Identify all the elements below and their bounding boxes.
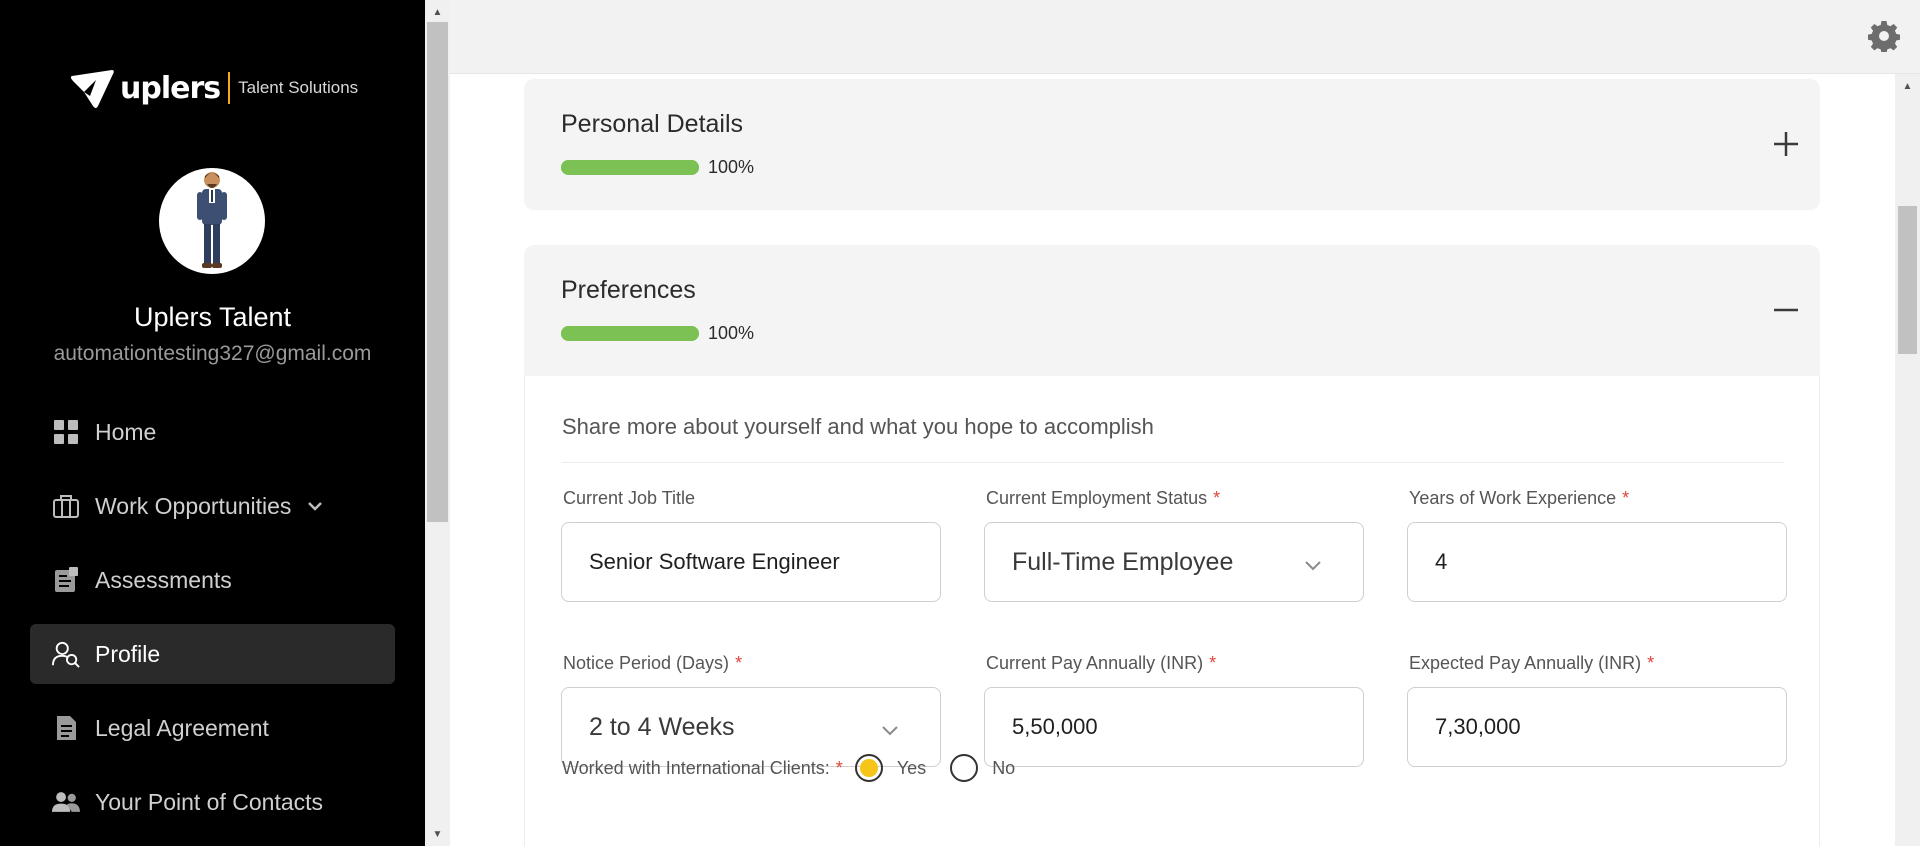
scroll-up-arrow-icon[interactable]: ▲ — [1895, 76, 1920, 96]
sidebar-item-profile[interactable]: Profile — [30, 624, 395, 684]
profile-search-icon — [52, 640, 80, 668]
sidebar-item-label: Assessments — [95, 566, 232, 593]
notice-period-value: 2 to 4 Weeks — [589, 712, 735, 741]
radio-yes[interactable] — [854, 754, 883, 782]
divider — [562, 462, 1784, 463]
progress-fill — [561, 160, 699, 175]
minus-icon[interactable] — [1771, 295, 1801, 325]
required-marker: * — [1209, 653, 1217, 673]
preferences-intro: Share more about yourself and what you h… — [562, 414, 1154, 439]
job-title-field[interactable]: Senior Software Engineer — [561, 522, 941, 602]
main-scrollbar-thumb[interactable] — [1898, 206, 1917, 354]
notice-period-label: Notice Period (Days) * — [563, 653, 742, 674]
personal-details-card[interactable]: Personal Details 100% — [524, 79, 1820, 210]
chevron-down-icon — [880, 718, 900, 738]
employment-status-label-text: Current Employment Status — [986, 488, 1208, 508]
personal-details-title: Personal Details — [561, 110, 744, 138]
required-marker: * — [835, 757, 843, 778]
required-marker: * — [735, 653, 743, 673]
avatar — [159, 168, 265, 274]
sidebar-item-legal-agreement[interactable]: Legal Agreement — [30, 698, 395, 758]
top-bar — [450, 0, 1920, 74]
experience-value: 4 — [1435, 549, 1448, 574]
user-name: Uplers Talent — [133, 302, 292, 332]
required-marker: * — [1622, 488, 1630, 508]
sidebar-item-work-opportunities[interactable]: Work Opportunities — [30, 476, 395, 536]
logo-separator — [228, 72, 231, 104]
progress-fill — [561, 326, 699, 341]
expected-pay-label: Expected Pay Annually (INR) * — [1409, 653, 1654, 674]
preferences-progress-bar — [561, 326, 699, 341]
chevron-down-icon[interactable] — [305, 496, 325, 516]
main-content: Personal Details 100% Preferences 100% S… — [450, 74, 1895, 846]
radio-selected-dot — [859, 759, 878, 777]
sidebar-item-label: Home — [95, 418, 157, 445]
current-pay-label: Current Pay Annually (INR) * — [986, 653, 1216, 674]
experience-label-text: Years of Work Experience — [1409, 488, 1617, 508]
personal-details-progress-bar — [561, 160, 699, 175]
required-marker: * — [1647, 653, 1655, 673]
personal-details-progress-label: 100% — [708, 157, 755, 177]
sidebar-item-home[interactable]: Home — [30, 402, 395, 462]
radio-no[interactable] — [950, 754, 979, 782]
sidebar-scrollbar-thumb[interactable] — [427, 22, 448, 522]
experience-field[interactable]: 4 — [1407, 522, 1787, 602]
employment-status-select[interactable]: Full-Time Employee — [984, 522, 1364, 602]
sidebar: uplers Talent Solutions Uplers Talent au… — [0, 0, 425, 846]
avatar-illustration — [197, 172, 227, 268]
job-title-label: Current Job Title — [563, 488, 695, 509]
scroll-up-arrow-icon[interactable]: ▲ — [425, 2, 450, 22]
plus-icon[interactable] — [1771, 129, 1801, 159]
sidebar-item-label: Your Point of Contacts — [95, 788, 324, 815]
job-title-label-text: Current Job Title — [563, 488, 696, 508]
employment-status-label: Current Employment Status * — [986, 488, 1220, 509]
preferences-form: Share more about yourself and what you h… — [524, 376, 1820, 846]
scroll-down-arrow-icon[interactable]: ▼ — [425, 824, 450, 844]
sidebar-item-label: Profile — [95, 640, 161, 667]
document-icon — [52, 714, 80, 742]
radio-no-label[interactable]: No — [992, 758, 1015, 779]
chevron-down-icon — [1303, 553, 1323, 573]
grid-icon — [52, 418, 80, 446]
uplers-logo[interactable]: uplers Talent Solutions — [68, 66, 358, 110]
preferences-title: Preferences — [561, 276, 696, 304]
international-clients-row: Worked with International Clients: * Yes … — [562, 754, 1015, 782]
assessment-icon — [52, 566, 80, 594]
job-title-value: Senior Software Engineer — [589, 549, 840, 574]
main-scrollbar[interactable]: ▲ — [1895, 74, 1920, 846]
contacts-icon — [52, 788, 80, 816]
required-marker: * — [1213, 488, 1221, 508]
user-email: automationtesting327@gmail.com — [53, 342, 372, 365]
current-pay-label-text: Current Pay Annually (INR) — [986, 653, 1204, 673]
preferences-card[interactable]: Preferences 100% — [524, 245, 1820, 376]
current-pay-value: 5,50,000 — [1012, 714, 1098, 739]
expected-pay-label-text: Expected Pay Annually (INR) — [1409, 653, 1642, 673]
sidebar-item-point-of-contacts[interactable]: Your Point of Contacts — [30, 772, 395, 832]
brand-subtitle: Talent Solutions — [238, 78, 359, 97]
preferences-progress-label: 100% — [708, 323, 755, 343]
sidebar-item-label: Legal Agreement — [95, 714, 269, 741]
uplers-logo-icon — [70, 70, 114, 108]
sidebar-scrollbar[interactable]: ▲ ▼ — [425, 0, 450, 846]
expected-pay-field[interactable]: 7,30,000 — [1407, 687, 1787, 767]
employment-status-value: Full-Time Employee — [1012, 547, 1234, 576]
experience-label: Years of Work Experience * — [1409, 488, 1629, 509]
sidebar-nav: Home Work Opportunities Assessments Prof… — [30, 402, 395, 846]
international-clients-label: Worked with International Clients: — [562, 757, 830, 778]
briefcase-icon — [52, 492, 80, 520]
gear-icon[interactable] — [1867, 20, 1901, 54]
sidebar-item-label: Work Opportunities — [95, 492, 292, 519]
current-pay-field[interactable]: 5,50,000 — [984, 687, 1364, 767]
expected-pay-value: 7,30,000 — [1435, 714, 1521, 739]
radio-yes-label[interactable]: Yes — [897, 758, 926, 779]
brand-name: uplers — [120, 70, 221, 106]
notice-period-label-text: Notice Period (Days) — [563, 653, 730, 673]
sidebar-item-assessments[interactable]: Assessments — [30, 550, 395, 610]
